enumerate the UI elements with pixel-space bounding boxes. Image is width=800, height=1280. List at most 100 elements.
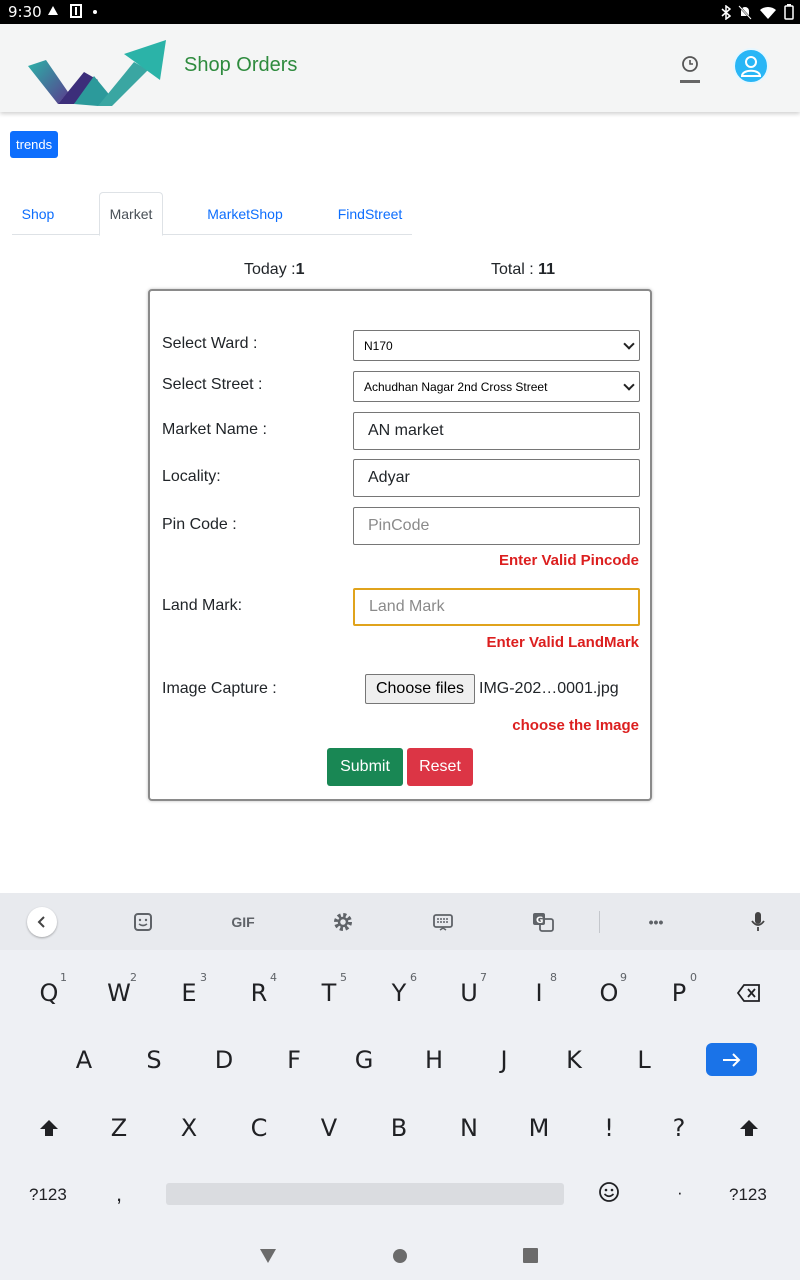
total-value: 11 (538, 261, 556, 278)
key-k[interactable]: K (544, 1032, 604, 1088)
key-z[interactable]: Z (89, 1100, 149, 1156)
shift-icon (40, 1120, 58, 1136)
shift-key-right[interactable] (719, 1100, 779, 1156)
key-e[interactable]: E3 (159, 965, 219, 1021)
sticker-button[interactable] (131, 910, 155, 934)
chevron-down-icon (623, 338, 635, 350)
symbols-key-right[interactable]: ?123 (729, 1185, 767, 1205)
comma-key[interactable]: , (116, 1181, 122, 1207)
key-label: P (671, 979, 687, 1007)
key-c[interactable]: C (229, 1100, 289, 1156)
locality-input[interactable]: Adyar (353, 459, 640, 497)
key-n[interactable]: N (439, 1100, 499, 1156)
key-label: U (460, 979, 478, 1007)
period-key[interactable]: · (677, 1183, 683, 1203)
keyboard-layout-button[interactable] (431, 910, 455, 934)
recents-nav-icon[interactable] (523, 1248, 538, 1263)
ward-label: Select Ward : (162, 335, 258, 352)
key-j[interactable]: J (474, 1032, 534, 1088)
on-screen-keyboard: GIF G ••• Q1 W2 E3 R4 T5 Y6 U7 I8 O9 P0 … (0, 893, 800, 1233)
key-i[interactable]: I8 (509, 965, 569, 1021)
gear-icon (334, 913, 352, 931)
key-m[interactable]: M (509, 1100, 569, 1156)
profile-button[interactable] (733, 48, 769, 84)
battery-icon (784, 4, 794, 20)
landmark-input[interactable]: Land Mark (353, 588, 640, 626)
key-x[interactable]: X (159, 1100, 219, 1156)
key-y[interactable]: Y6 (369, 965, 429, 1021)
selected-file-name: IMG-202…0001.jpg (479, 680, 619, 697)
key-o[interactable]: O9 (579, 965, 639, 1021)
today-value: 1 (295, 261, 305, 278)
clock-icon (680, 56, 700, 83)
wifi-icon (760, 6, 776, 19)
key-f[interactable]: F (264, 1032, 324, 1088)
translate-button[interactable]: G (531, 910, 555, 934)
voice-input-button[interactable] (746, 910, 770, 934)
key-t[interactable]: T5 (299, 965, 359, 1021)
dnd-off-icon (738, 4, 752, 20)
key-label: W (107, 979, 131, 1007)
choose-files-button[interactable]: Choose files (365, 674, 475, 704)
trends-button[interactable]: trends (10, 131, 59, 158)
sticker-icon (134, 913, 152, 931)
tab-shop[interactable]: Shop (12, 192, 64, 235)
tab-bar: Shop Market MarketShop FindStreet (12, 192, 412, 236)
more-options-button[interactable]: ••• (644, 910, 668, 934)
space-key[interactable] (166, 1183, 564, 1205)
key-l[interactable]: L (614, 1032, 674, 1088)
key-p[interactable]: P0 (649, 965, 709, 1021)
app-title: Shop Orders (184, 54, 298, 76)
landmark-error: Enter Valid LandMark (486, 634, 639, 651)
market-form: Select Ward : N170 Select Street : Achud… (148, 289, 652, 801)
key-a[interactable]: A (54, 1032, 114, 1088)
key-hint: 6 (410, 971, 417, 984)
key-label: E (181, 979, 197, 1007)
key-label: R (250, 979, 268, 1007)
reset-button[interactable]: Reset (407, 748, 473, 786)
key-r[interactable]: R4 (229, 965, 289, 1021)
ward-select-value: N170 (364, 338, 393, 353)
tab-findstreet[interactable]: FindStreet (334, 192, 406, 235)
navigation-bar (0, 1233, 800, 1280)
key-b[interactable]: B (369, 1100, 429, 1156)
key-w[interactable]: W2 (89, 965, 149, 1021)
key-exclamation[interactable]: ! (579, 1100, 639, 1156)
symbols-key[interactable]: ?123 (29, 1185, 67, 1205)
key-question[interactable]: ? (649, 1100, 709, 1156)
image-error: choose the Image (512, 717, 639, 734)
tab-market[interactable]: Market (99, 192, 163, 236)
ward-select[interactable]: N170 (353, 330, 640, 361)
market-name-label: Market Name : (162, 421, 267, 438)
key-hint: 3 (200, 971, 207, 984)
market-name-input[interactable]: AN market (353, 412, 640, 450)
key-hint: 0 (690, 971, 697, 984)
gif-button[interactable]: GIF (228, 910, 258, 934)
keyboard-settings-button[interactable] (331, 910, 355, 934)
backspace-icon (737, 984, 760, 1002)
key-label: Q (39, 979, 59, 1007)
key-hint: 5 (340, 971, 347, 984)
street-select[interactable]: Achudhan Nagar 2nd Cross Street (353, 371, 640, 402)
history-button[interactable] (676, 54, 704, 86)
key-s[interactable]: S (124, 1032, 184, 1088)
key-h[interactable]: H (404, 1032, 464, 1088)
emoji-key[interactable] (598, 1181, 620, 1208)
today-count: Today :1 (244, 261, 305, 279)
tab-marketshop[interactable]: MarketShop (202, 192, 288, 235)
back-nav-icon[interactable] (258, 1247, 278, 1265)
key-d[interactable]: D (194, 1032, 254, 1088)
enter-key[interactable] (706, 1043, 757, 1076)
key-g[interactable]: G (334, 1032, 394, 1088)
key-hint: 2 (130, 971, 137, 984)
submit-button[interactable]: Submit (327, 748, 403, 786)
bluetooth-icon (721, 4, 731, 20)
key-v[interactable]: V (299, 1100, 359, 1156)
backspace-key[interactable] (719, 965, 779, 1021)
pincode-input[interactable]: PinCode (353, 507, 640, 545)
shift-key-left[interactable] (19, 1100, 79, 1156)
key-u[interactable]: U7 (439, 965, 499, 1021)
keyboard-back-button[interactable] (27, 907, 57, 937)
key-q[interactable]: Q1 (19, 965, 79, 1021)
home-nav-icon[interactable] (392, 1248, 408, 1264)
